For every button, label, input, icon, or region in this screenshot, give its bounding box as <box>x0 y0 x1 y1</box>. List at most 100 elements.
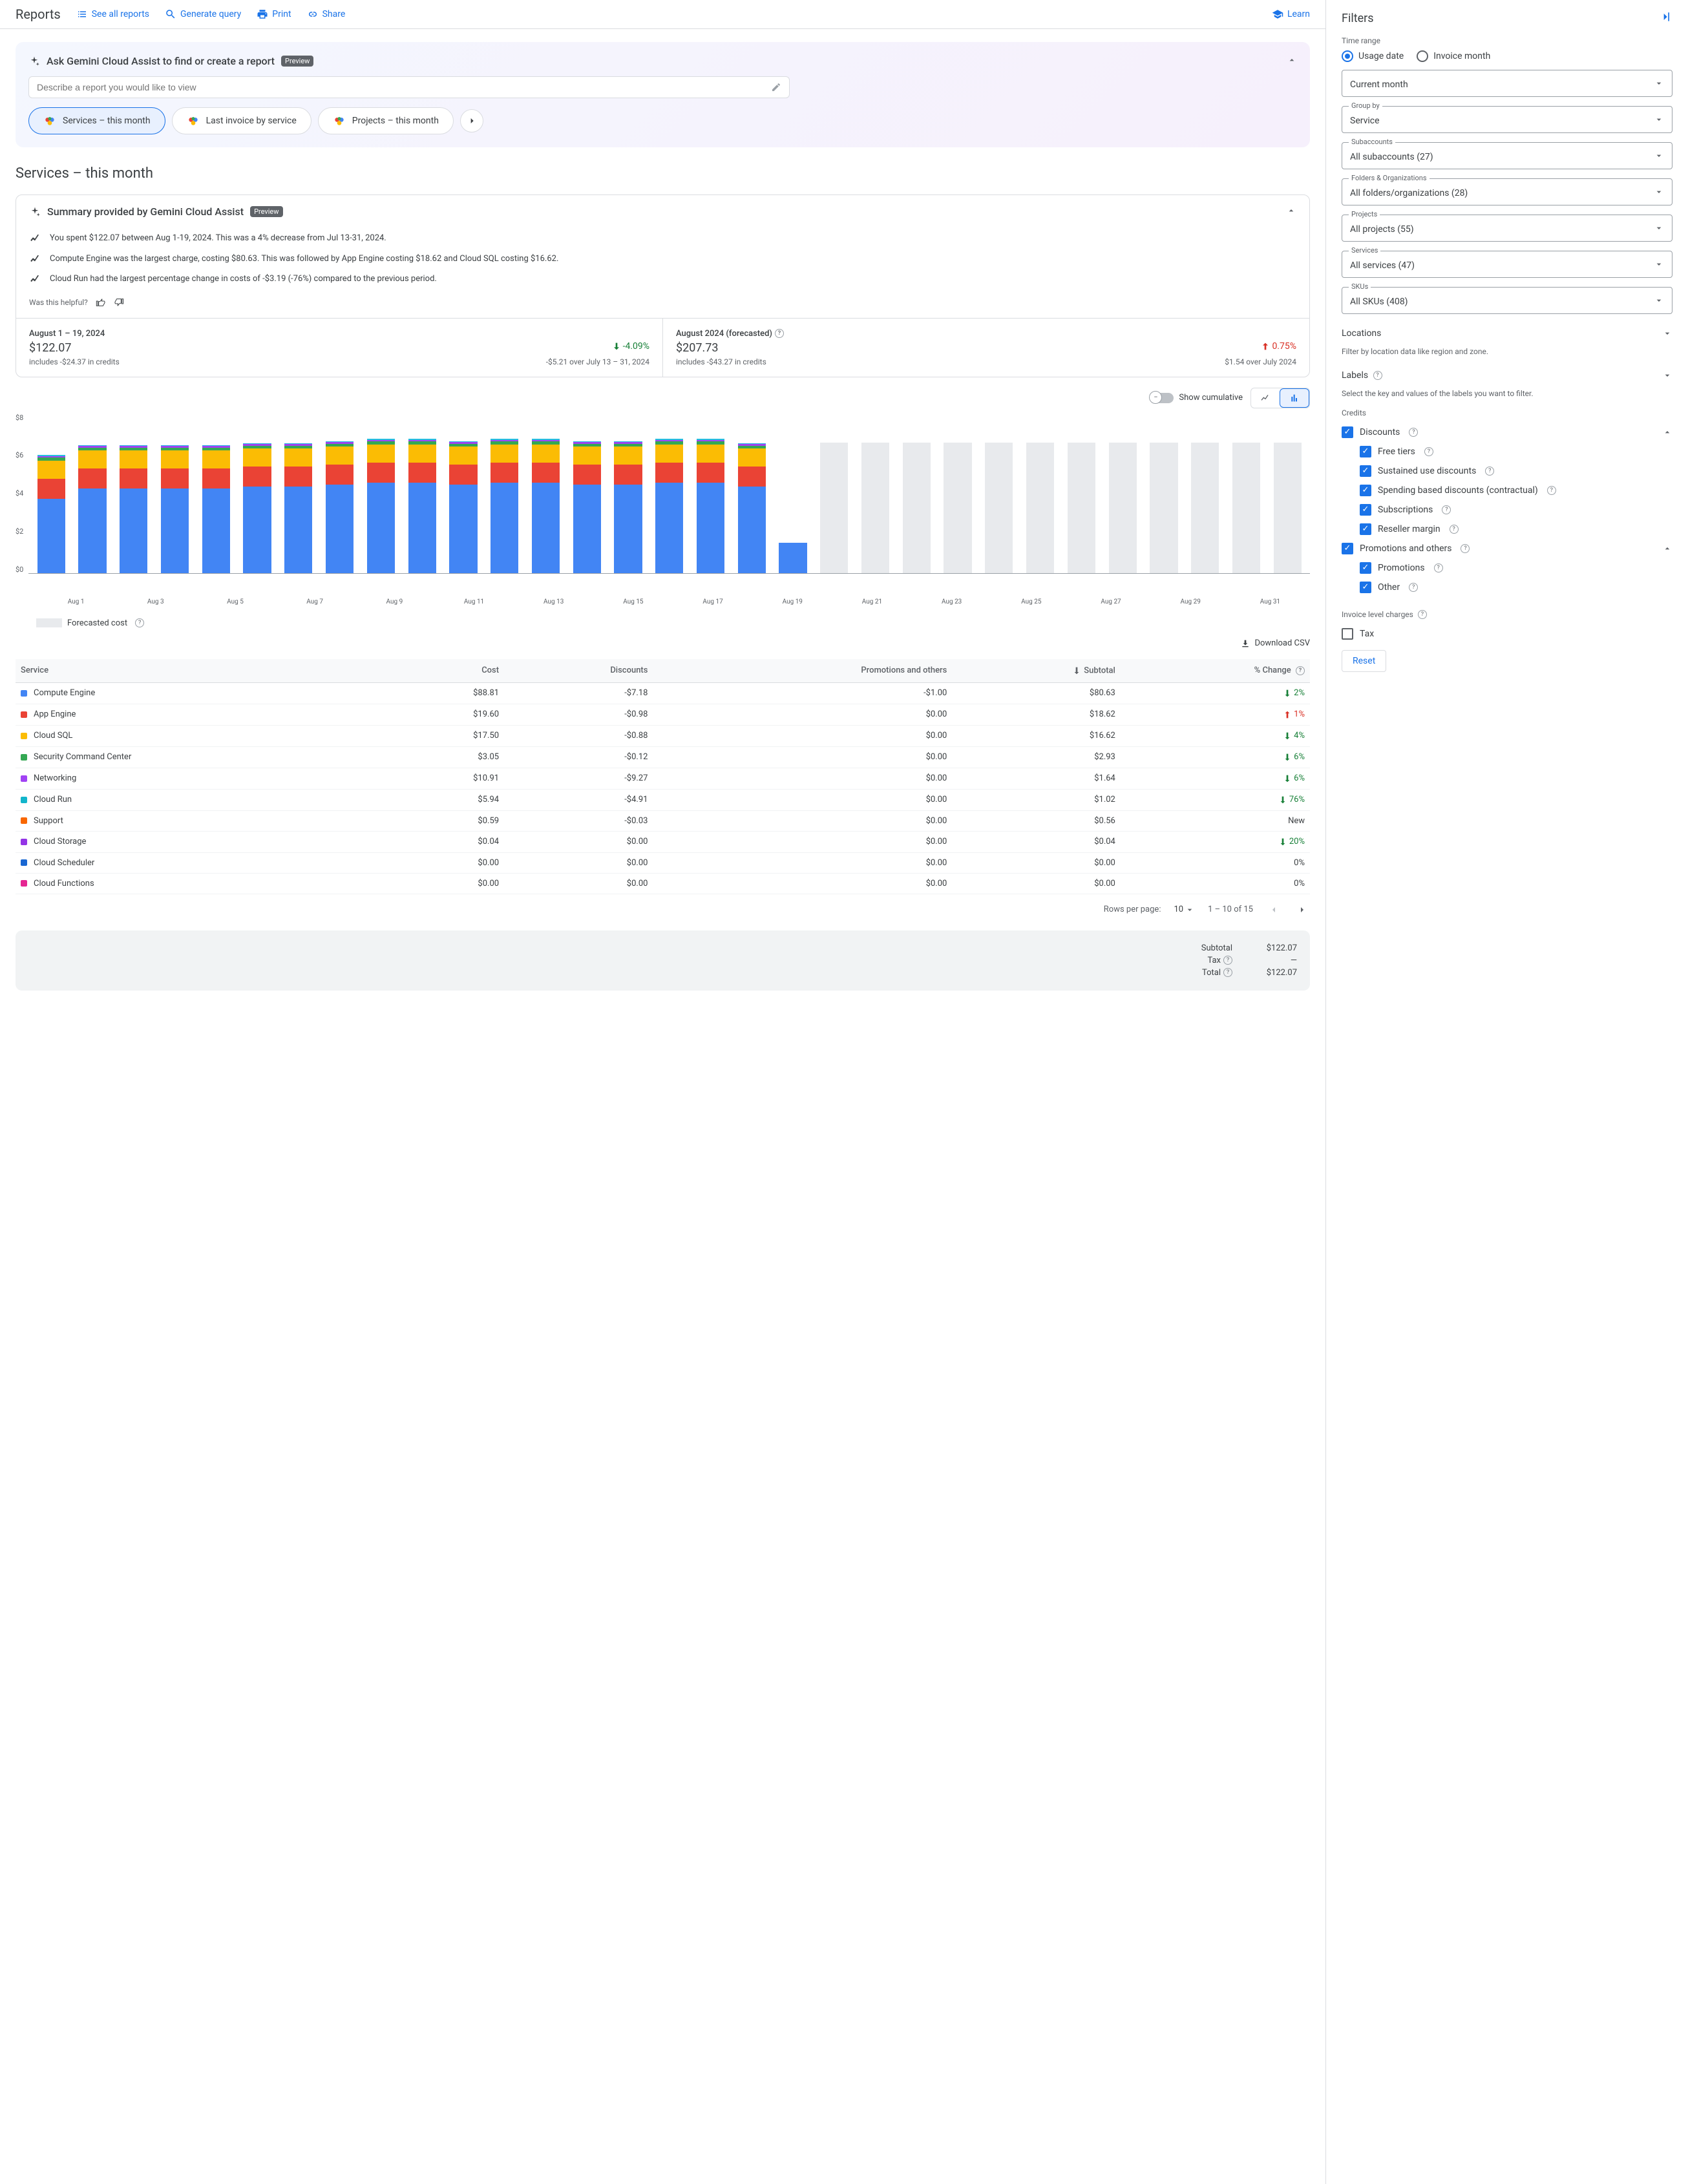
help-icon[interactable]: ? <box>1461 544 1470 553</box>
chart-bar[interactable] <box>773 414 813 573</box>
help-icon[interactable]: ? <box>1223 956 1232 965</box>
collapse-filters-button[interactable] <box>1660 10 1672 26</box>
chart-bar[interactable] <box>526 414 566 573</box>
see-all-reports-link[interactable]: See all reports <box>76 8 149 20</box>
gemini-prompt-input-wrap[interactable] <box>28 76 790 98</box>
services-select[interactable]: Services All services (47) <box>1342 251 1672 278</box>
checkbox-other[interactable]: ✓Other? <box>1342 578 1672 597</box>
time-range-select[interactable]: Current month <box>1342 70 1672 97</box>
table-row[interactable]: Cloud Functions$0.00$0.00$0.00$0.000% <box>16 873 1310 894</box>
chip-scroll-right-button[interactable] <box>460 109 483 132</box>
checkbox-spending-based[interactable]: ✓Spending based discounts (contractual)? <box>1342 481 1672 500</box>
chart-bar[interactable] <box>1102 414 1143 573</box>
checkbox-reseller-margin[interactable]: ✓Reseller margin? <box>1342 520 1672 539</box>
share-link[interactable]: Share <box>307 8 346 20</box>
chart-bar[interactable] <box>814 414 854 573</box>
help-icon[interactable]: ? <box>1442 505 1451 514</box>
chart-bar[interactable] <box>279 414 319 573</box>
checkbox-promotions[interactable]: ✓Promotions? <box>1342 558 1672 578</box>
help-icon[interactable]: ? <box>1373 371 1382 380</box>
chart-bar[interactable] <box>649 414 690 573</box>
table-row[interactable]: Cloud Scheduler$0.00$0.00$0.00$0.000% <box>16 852 1310 873</box>
collapse-gemini-button[interactable] <box>1287 55 1297 65</box>
next-page-button[interactable] <box>1294 902 1310 918</box>
chip-services-this-month[interactable]: Services – this month <box>28 107 165 134</box>
table-header[interactable]: Subtotal <box>952 659 1121 683</box>
projects-select[interactable]: Projects All projects (55) <box>1342 215 1672 242</box>
help-icon[interactable]: ? <box>1424 447 1433 456</box>
help-icon[interactable]: ? <box>1547 486 1556 495</box>
chart-bar[interactable] <box>938 414 978 573</box>
collapse-summary-button[interactable] <box>1286 205 1296 216</box>
help-icon[interactable]: ? <box>1450 525 1459 534</box>
pencil-sparkle-icon[interactable] <box>771 82 781 92</box>
table-row[interactable]: Support$0.59-$0.03$0.00$0.56New <box>16 810 1310 831</box>
skus-select[interactable]: SKUs All SKUs (408) <box>1342 287 1672 314</box>
chip-last-invoice[interactable]: Last invoice by service <box>172 107 311 134</box>
checkbox-free-tiers[interactable]: ✓Free tiers? <box>1342 442 1672 461</box>
thumbs-down-button[interactable] <box>114 297 124 308</box>
collapse-promotions-button[interactable] <box>1662 543 1672 553</box>
chart-bar[interactable] <box>155 414 195 573</box>
help-icon[interactable]: ? <box>1434 563 1443 572</box>
subaccounts-select[interactable]: Subaccounts All subaccounts (27) <box>1342 142 1672 169</box>
chart-bar[interactable] <box>1267 414 1307 573</box>
table-row[interactable]: App Engine$19.60-$0.98$0.00$18.621% <box>16 704 1310 725</box>
chart-bar[interactable] <box>1062 414 1102 573</box>
chip-projects-this-month[interactable]: Projects – this month <box>318 107 454 134</box>
chart-bar[interactable] <box>608 414 648 573</box>
checkbox-promotions-others[interactable]: ✓Promotions and others ? <box>1342 539 1672 558</box>
table-row[interactable]: Cloud Storage$0.04$0.00$0.00$0.0420% <box>16 831 1310 852</box>
group-by-select[interactable]: Group by Service <box>1342 106 1672 133</box>
chart-bar[interactable] <box>72 414 112 573</box>
chart-bar[interactable] <box>896 414 936 573</box>
table-row[interactable]: Cloud SQL$17.50-$0.88$0.00$16.624% <box>16 725 1310 746</box>
chart-bar[interactable] <box>320 414 360 573</box>
table-header[interactable]: Service <box>16 659 392 683</box>
help-icon[interactable]: ? <box>1485 467 1494 476</box>
help-icon[interactable]: ? <box>1409 583 1418 592</box>
chart-bar[interactable] <box>732 414 772 573</box>
chart-bar[interactable] <box>691 414 731 573</box>
chart-bar[interactable] <box>31 414 71 573</box>
table-row[interactable]: Networking$10.91-$9.27$0.00$1.646% <box>16 768 1310 789</box>
locations-section[interactable]: Locations <box>1342 323 1672 344</box>
bar-view-button[interactable] <box>1280 388 1309 408</box>
download-csv-button[interactable]: Download CSV <box>1240 638 1310 649</box>
gemini-prompt-input[interactable] <box>37 82 771 92</box>
collapse-discounts-button[interactable] <box>1662 426 1672 437</box>
help-icon[interactable]: ? <box>1409 428 1418 437</box>
chart-bar[interactable] <box>1185 414 1225 573</box>
cumulative-toggle[interactable]: − Show cumulative <box>1150 393 1243 403</box>
checkbox-tax[interactable]: Tax <box>1342 624 1672 644</box>
chart-bar[interactable] <box>114 414 154 573</box>
chart-bar[interactable] <box>1144 414 1184 573</box>
table-header[interactable]: % Change ? <box>1121 659 1310 683</box>
chart-bar[interactable] <box>402 414 442 573</box>
chart-bar[interactable] <box>1020 414 1060 573</box>
radio-invoice-month[interactable]: Invoice month <box>1417 50 1490 62</box>
prev-page-button[interactable] <box>1266 902 1282 918</box>
table-row[interactable]: Security Command Center$3.05-$0.12$0.00$… <box>16 746 1310 768</box>
folders-select[interactable]: Folders & Organizations All folders/orga… <box>1342 178 1672 205</box>
labels-section[interactable]: Labels ? <box>1342 365 1672 386</box>
thumbs-up-button[interactable] <box>96 297 106 308</box>
checkbox-discounts[interactable]: ✓Discounts ? <box>1342 423 1672 442</box>
rows-per-page-select[interactable]: 10 <box>1174 905 1195 915</box>
help-icon[interactable]: ? <box>1223 968 1232 977</box>
help-icon[interactable]: ? <box>775 329 784 338</box>
reset-button[interactable]: Reset <box>1342 650 1386 672</box>
generate-query-link[interactable]: Generate query <box>165 8 241 20</box>
help-icon[interactable]: ? <box>1418 610 1427 619</box>
chart-bar[interactable] <box>443 414 483 573</box>
help-icon[interactable]: ? <box>135 618 144 627</box>
help-icon[interactable]: ? <box>1296 666 1305 675</box>
chart-bar[interactable] <box>196 414 236 573</box>
table-header[interactable]: Promotions and others <box>653 659 952 683</box>
line-view-button[interactable] <box>1251 388 1280 408</box>
chart-bar[interactable] <box>361 414 401 573</box>
chart-bar[interactable] <box>485 414 525 573</box>
print-link[interactable]: Print <box>257 8 291 20</box>
checkbox-subscriptions[interactable]: ✓Subscriptions? <box>1342 500 1672 520</box>
chart-plot[interactable] <box>28 414 1310 574</box>
